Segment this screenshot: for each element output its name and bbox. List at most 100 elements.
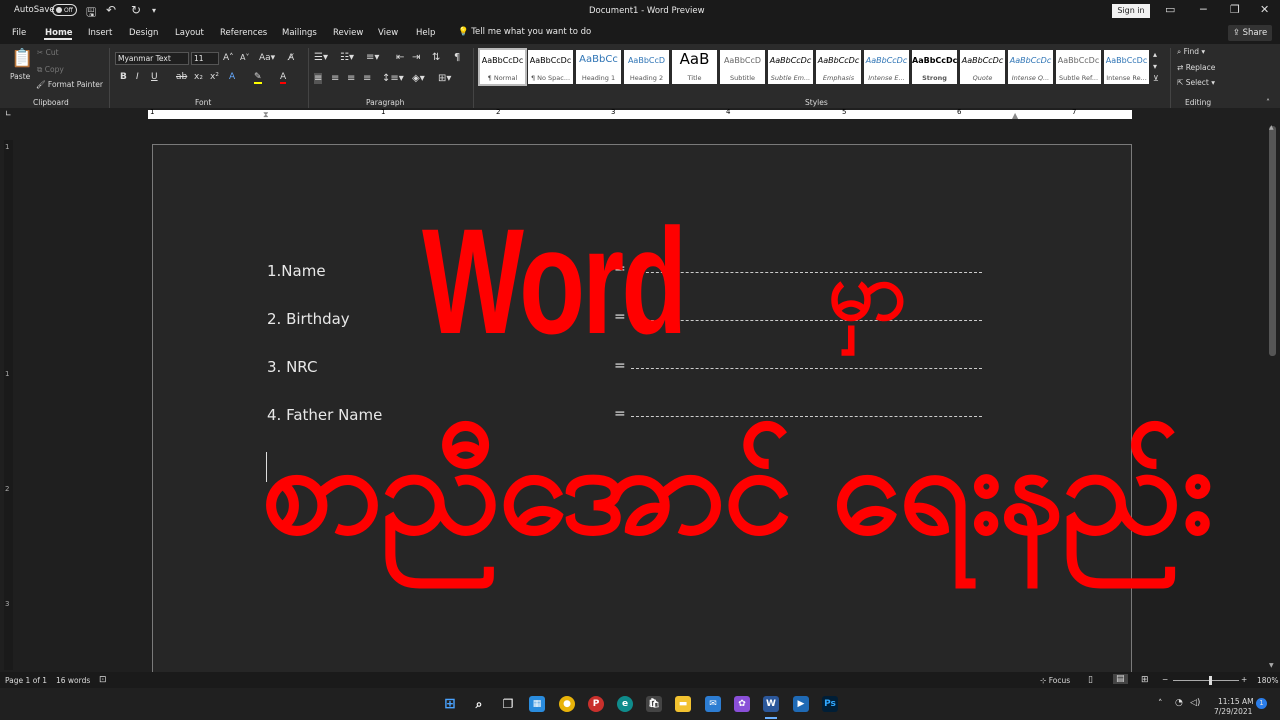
task-view-icon[interactable]: ❐ — [500, 696, 516, 712]
style-strong[interactable]: AaBbCcDc Strong — [912, 50, 957, 84]
cut-button[interactable]: ✂ Cut — [37, 48, 59, 57]
justify-icon[interactable]: ≡ — [363, 73, 371, 84]
file-explorer-icon[interactable]: ▬ — [675, 696, 691, 712]
pdf-app-icon[interactable]: P — [588, 696, 604, 712]
replace-button[interactable]: ⇄ Replace — [1177, 63, 1215, 72]
underline-icon[interactable]: U — [151, 72, 158, 82]
tab-help[interactable]: Help — [416, 28, 435, 38]
tell-me-search[interactable]: 💡 Tell me what you want to do — [458, 27, 591, 37]
windows-start-icon[interactable]: ⊞ — [442, 696, 458, 712]
highlight-icon[interactable]: ✎ — [254, 72, 262, 84]
bold-icon[interactable]: B — [120, 72, 127, 82]
web-layout-icon[interactable]: ⊞ — [1141, 675, 1149, 685]
styles-more-icon[interactable]: ⊻ — [1153, 74, 1159, 83]
styles-scroll-up-icon[interactable]: ▴ — [1153, 50, 1157, 59]
style-emphasis[interactable]: AaBbCcDc Emphasis — [816, 50, 861, 84]
align-left-icon[interactable]: ≡ — [314, 73, 323, 84]
tab-insert[interactable]: Insert — [88, 28, 112, 38]
zoom-level[interactable]: 180% — [1257, 676, 1278, 685]
page-count[interactable]: Page 1 of 1 — [5, 676, 47, 685]
style-heading-2[interactable]: AaBbCcD Heading 2 — [624, 50, 669, 84]
style-title[interactable]: AaB Title — [672, 50, 717, 84]
tab-file[interactable]: File — [12, 28, 26, 38]
italic-icon[interactable]: I — [136, 72, 139, 82]
style-heading-1[interactable]: AaBbCc Heading 1 — [576, 50, 621, 84]
font-name-box[interactable]: Myanmar Text — [115, 52, 189, 65]
redo-icon[interactable]: ↻ — [131, 3, 141, 17]
tray-overflow-icon[interactable]: ˄ — [1158, 699, 1163, 709]
horizontal-ruler[interactable] — [148, 110, 1132, 119]
grow-font-icon[interactable]: A˄ — [223, 53, 234, 63]
strikethrough-icon[interactable]: ab — [176, 72, 187, 82]
tab-mailings[interactable]: Mailings — [282, 28, 317, 38]
multilevel-icon[interactable]: ≡▾ — [366, 52, 379, 63]
notification-icon[interactable]: 1 — [1256, 698, 1267, 709]
undo-icon[interactable]: ↶ — [106, 3, 116, 17]
focus-button[interactable]: ⊹ Focus — [1040, 676, 1070, 685]
tab-review[interactable]: Review — [333, 28, 363, 38]
word-icon[interactable]: W — [763, 696, 779, 712]
autosave-toggle[interactable]: Off — [52, 4, 77, 16]
style-no-spacing[interactable]: AaBbCcDc ¶ No Spac... — [528, 50, 573, 84]
change-case-icon[interactable]: Aa▾ — [259, 53, 275, 63]
styles-scroll-down-icon[interactable]: ▾ — [1153, 62, 1157, 71]
increase-indent-icon[interactable]: ⇥ — [412, 52, 420, 63]
vertical-ruler[interactable] — [4, 140, 13, 670]
clock-time[interactable]: 11:15 AM — [1218, 697, 1254, 706]
font-color-icon[interactable]: A — [280, 72, 287, 84]
style-subtle-emphasis[interactable]: AaBbCcDc Subtle Em... — [768, 50, 813, 84]
subscript-icon[interactable]: x₂ — [194, 72, 203, 82]
print-layout-icon[interactable]: ▤ — [1113, 674, 1128, 684]
mail-icon[interactable]: ✉ — [705, 696, 721, 712]
sort-icon[interactable]: ⇅ — [432, 52, 440, 63]
tab-view[interactable]: View — [378, 28, 398, 38]
collapse-ribbon-icon[interactable]: ˄ — [1266, 98, 1270, 107]
style-intense-quote[interactable]: AaBbCcDc Intense Q... — [1008, 50, 1053, 84]
close-icon[interactable]: ✕ — [1260, 3, 1269, 16]
proofing-icon[interactable]: ⊡ — [99, 675, 107, 685]
style-subtitle[interactable]: AaBbCcD Subtitle — [720, 50, 765, 84]
word-count[interactable]: 16 words — [56, 676, 90, 685]
search-icon[interactable]: ⌕ — [471, 696, 487, 712]
clock-date[interactable]: 7/29/2021 — [1214, 707, 1252, 716]
style-subtle-reference[interactable]: AaBbCcDc Subtle Ref... — [1056, 50, 1101, 84]
tab-selector-icon[interactable]: ∟ — [5, 109, 12, 118]
scroll-down-icon[interactable]: ▼ — [1269, 662, 1274, 669]
font-size-box[interactable]: 11 — [191, 52, 219, 65]
decrease-indent-icon[interactable]: ⇤ — [396, 52, 404, 63]
zoom-in-icon[interactable]: + — [1241, 675, 1247, 684]
shading-icon[interactable]: ◈▾ — [412, 73, 425, 84]
text-effects-icon[interactable]: A — [229, 72, 235, 82]
sign-in-button[interactable]: Sign in — [1112, 4, 1150, 18]
numbering-icon[interactable]: ☷▾ — [340, 52, 354, 63]
save-icon[interactable]: 🖫 — [86, 3, 96, 24]
ribbon-display-icon[interactable]: ▭ — [1165, 3, 1175, 16]
zoom-out-icon[interactable]: − — [1162, 675, 1168, 684]
photoshop-icon[interactable]: Ps — [822, 696, 838, 712]
line-spacing-icon[interactable]: ↕≡▾ — [382, 73, 404, 84]
style-normal[interactable]: AaBbCcDc ¶ Normal — [478, 48, 527, 86]
align-right-icon[interactable]: ≡ — [347, 73, 355, 84]
superscript-icon[interactable]: x² — [210, 72, 219, 82]
scroll-up-icon[interactable]: ▲ — [1269, 124, 1274, 131]
find-button[interactable]: ⌕ Find ▾ — [1177, 47, 1205, 57]
paste-button[interactable]: Paste — [10, 72, 30, 81]
tab-design[interactable]: Design — [129, 28, 158, 38]
shrink-font-icon[interactable]: A˅ — [240, 53, 249, 62]
copy-button[interactable]: ⧉ Copy — [37, 65, 64, 75]
minimize-icon[interactable]: ─ — [1200, 3, 1207, 16]
read-mode-icon[interactable]: ▯ — [1088, 675, 1093, 685]
wifi-icon[interactable]: ◔ — [1175, 698, 1183, 708]
edge-icon[interactable]: e — [617, 696, 633, 712]
tab-references[interactable]: References — [220, 28, 267, 38]
show-marks-icon[interactable]: ¶ — [454, 52, 460, 63]
right-indent-icon[interactable]: ▲ — [1012, 111, 1018, 120]
select-button[interactable]: ⇱ Select ▾ — [1177, 78, 1215, 87]
app-icon[interactable]: ✿ — [734, 696, 750, 712]
style-intense-emphasis[interactable]: AaBbCcDc Intense E... — [864, 50, 909, 84]
borders-icon[interactable]: ⊞▾ — [438, 73, 451, 84]
bullets-icon[interactable]: ☰▾ — [314, 52, 328, 63]
tab-layout[interactable]: Layout — [175, 28, 204, 38]
media-player-icon[interactable]: ▶ — [793, 696, 809, 712]
paste-icon[interactable]: 📋 — [11, 48, 33, 69]
